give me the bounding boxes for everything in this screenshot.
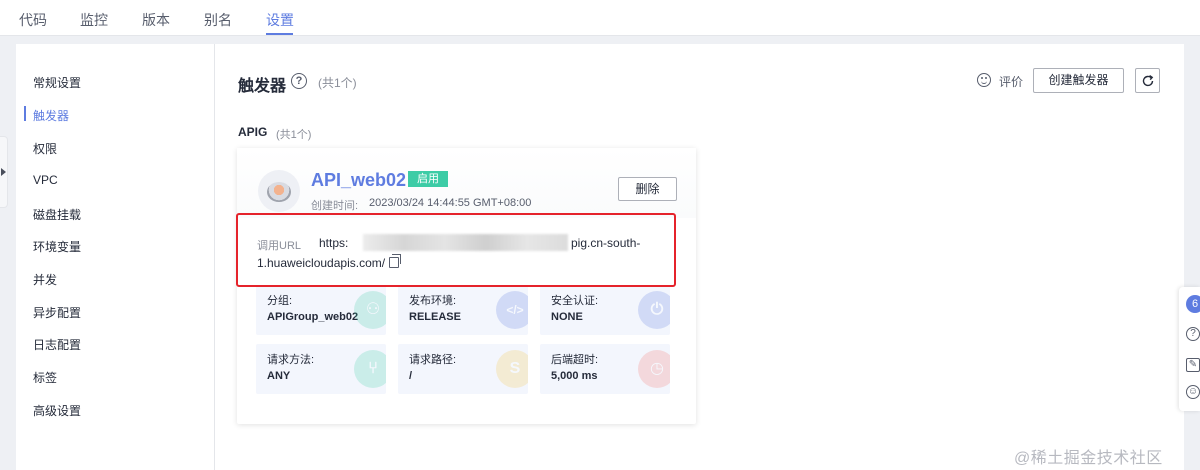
sidebar-item-async-config[interactable]: 异步配置 [33, 304, 81, 321]
top-tab-bar: 代码 监控 版本 别名 设置 [0, 0, 1200, 36]
collapse-handle[interactable] [0, 136, 8, 208]
power-icon: ⏻ [638, 291, 670, 329]
sidebar-item-permissions[interactable]: 权限 [33, 140, 57, 157]
sidebar-item-disk-mount[interactable]: 磁盘挂载 [33, 206, 81, 223]
api-name-link[interactable]: API_web02 [311, 170, 406, 191]
group-icon: ⚇ [354, 291, 386, 329]
floating-toolbar: 6 ? ✎ ☺ [1179, 287, 1200, 411]
info-tile-environment: 发布环境: RELEASE </> [398, 285, 528, 335]
watermark: @稀土掘金技术社区 [1014, 450, 1163, 467]
sidebar-item-advanced[interactable]: 高级设置 [33, 402, 81, 419]
group-count: (共1个) [276, 129, 312, 141]
active-tab-indicator [266, 33, 293, 35]
apig-avatar [258, 170, 300, 212]
tile-label: 请求路径: [409, 354, 457, 366]
sidebar-item-tags[interactable]: 标签 [33, 369, 57, 386]
page-title: 触发器 [238, 78, 287, 95]
help-icon[interactable]: ? [1186, 327, 1200, 341]
tab-code[interactable]: 代码 [19, 10, 47, 30]
url-redacted [363, 234, 568, 251]
branch-icon: ⑂ [354, 350, 386, 388]
tab-settings[interactable]: 设置 [266, 10, 294, 30]
tile-label: 安全认证: [551, 295, 599, 307]
create-trigger-button[interactable]: 创建触发器 [1033, 68, 1124, 93]
sidebar-item-env-vars[interactable]: 环境变量 [33, 238, 81, 255]
tab-alias[interactable]: 别名 [204, 10, 232, 30]
group-label: APIG [238, 125, 268, 139]
question-circle-icon[interactable]: ? [291, 73, 307, 89]
url-prefix: https: [319, 236, 349, 250]
tab-version[interactable]: 版本 [142, 10, 170, 30]
tile-label: 分组: [267, 295, 293, 307]
info-tile-method: 请求方法: ANY ⑂ [256, 344, 386, 394]
tile-value: 5,000 ms [551, 370, 598, 382]
copy-icon[interactable] [389, 254, 401, 268]
code-icon: </> [496, 291, 528, 329]
settings-sidebar: 常规设置 触发器 权限 VPC 磁盘挂载 环境变量 并发 异步配置 日志配置 标… [16, 44, 215, 470]
tile-value: APIGroup_web02 [267, 311, 359, 323]
smile-icon[interactable] [977, 73, 991, 87]
sidebar-item-general[interactable]: 常规设置 [33, 74, 81, 91]
notification-badge[interactable]: 6 [1186, 295, 1200, 313]
info-tile-auth: 安全认证: NONE ⏻ [540, 285, 670, 335]
delete-button[interactable]: 删除 [618, 177, 677, 201]
clock-icon: ◷ [638, 350, 670, 388]
created-time: 2023/03/24 14:44:55 GMT+08:00 [369, 197, 532, 209]
tile-value: ANY [267, 370, 291, 382]
smile-icon[interactable]: ☺ [1186, 385, 1200, 399]
info-tile-path: 请求路径: / S [398, 344, 528, 394]
sidebar-item-triggers[interactable]: 触发器 [33, 107, 69, 124]
tile-label: 请求方法: [267, 354, 315, 366]
tile-value: RELEASE [409, 311, 461, 323]
trigger-card: API_web02 启用 创建时间: 2023/03/24 14:44:55 G… [237, 148, 696, 424]
info-tile-timeout: 后端超时: 5,000 ms ◷ [540, 344, 670, 394]
rate-link[interactable]: 评价 [999, 73, 1023, 90]
path-icon: S [496, 350, 528, 388]
tab-monitor[interactable]: 监控 [80, 10, 108, 30]
sidebar-active-marker [24, 106, 26, 121]
info-tile-group: 分组: APIGroup_web02 ⚇ [256, 285, 386, 335]
refresh-button[interactable] [1135, 68, 1160, 93]
edit-icon[interactable]: ✎ [1186, 358, 1200, 372]
sidebar-item-log-config[interactable]: 日志配置 [33, 336, 81, 353]
url-label: 调用URL [257, 240, 302, 252]
status-badge: 启用 [408, 171, 448, 187]
url-suffix: pig.cn-south- [571, 236, 641, 250]
sidebar-item-vpc[interactable]: VPC [33, 173, 58, 187]
tile-label: 后端超时: [551, 354, 599, 366]
trigger-count: (共1个) [318, 76, 357, 90]
sidebar-item-concurrency[interactable]: 并发 [33, 271, 57, 288]
created-label: 创建时间: [311, 200, 359, 212]
refresh-icon [1142, 75, 1154, 87]
tile-value: NONE [551, 311, 583, 323]
tile-value: / [409, 370, 413, 382]
url-line-2: 1.huaweicloudapis.com/ [257, 256, 386, 270]
tile-label: 发布环境: [409, 295, 457, 307]
apig-logo-icon [267, 182, 291, 202]
